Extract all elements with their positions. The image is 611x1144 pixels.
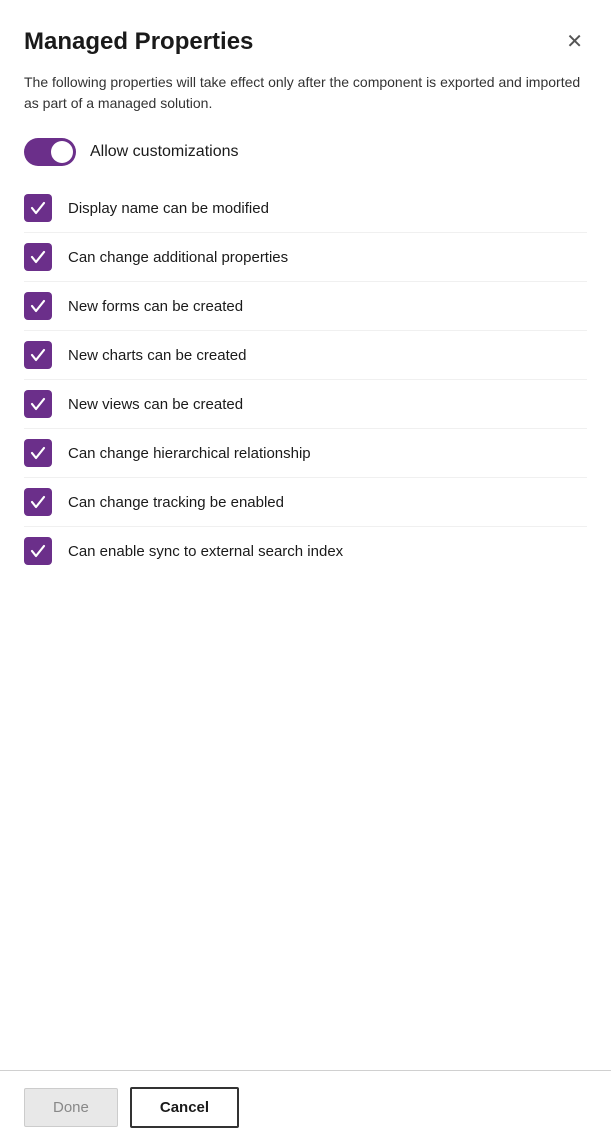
toggle-label: Allow customizations [90,143,239,161]
done-button[interactable]: Done [24,1088,118,1127]
cancel-button[interactable]: Cancel [130,1087,239,1128]
checkmark-icon [30,494,46,510]
checkbox-new-charts[interactable] [24,341,52,369]
checkmark-icon [30,347,46,363]
checkbox-list: Display name can be modified Can change … [24,184,587,575]
checkbox-row: Display name can be modified [24,184,587,233]
checkbox-label: New views can be created [68,394,243,415]
checkbox-row: New charts can be created [24,331,587,380]
managed-properties-dialog: Managed Properties ✕ The following prope… [0,0,611,1144]
checkbox-label: New charts can be created [68,345,246,366]
close-button[interactable]: ✕ [562,28,587,56]
checkbox-row: New forms can be created [24,282,587,331]
dialog-header: Managed Properties ✕ [24,28,587,56]
checkbox-new-forms[interactable] [24,292,52,320]
checkbox-label: Can change hierarchical relationship [68,443,311,464]
checkmark-icon [30,396,46,412]
toggle-slider [24,138,76,166]
checkbox-row: Can change hierarchical relationship [24,429,587,478]
checkmark-icon [30,445,46,461]
dialog-content: Managed Properties ✕ The following prope… [0,0,611,1070]
dialog-description: The following properties will take effec… [24,72,587,114]
checkmark-icon [30,298,46,314]
checkbox-row: Can enable sync to external search index [24,527,587,575]
checkbox-row: Can change additional properties [24,233,587,282]
checkbox-tracking[interactable] [24,488,52,516]
dialog-footer: Done Cancel [0,1070,611,1144]
checkbox-label: Display name can be modified [68,198,269,219]
checkmark-icon [30,543,46,559]
checkbox-row: Can change tracking be enabled [24,478,587,527]
checkmark-icon [30,249,46,265]
toggle-switch[interactable] [24,138,76,166]
checkbox-label: New forms can be created [68,296,243,317]
checkbox-new-views[interactable] [24,390,52,418]
checkbox-additional-properties[interactable] [24,243,52,271]
checkbox-label: Can enable sync to external search index [68,541,343,562]
dialog-title: Managed Properties [24,28,253,56]
checkmark-icon [30,200,46,216]
checkbox-hierarchical-relationship[interactable] [24,439,52,467]
checkbox-label: Can change tracking be enabled [68,492,284,513]
checkbox-display-name[interactable] [24,194,52,222]
checkbox-row: New views can be created [24,380,587,429]
checkbox-sync-search[interactable] [24,537,52,565]
allow-customizations-toggle-row: Allow customizations [24,138,587,166]
checkbox-label: Can change additional properties [68,247,288,268]
